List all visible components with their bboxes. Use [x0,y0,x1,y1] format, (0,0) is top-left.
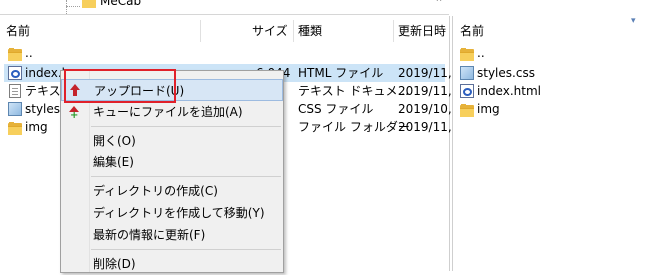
menu-item-label: 削除(D) [93,257,136,271]
column-header-name[interactable]: 名前 [460,20,484,42]
queue-plus-icon: + [70,110,79,121]
column-divider[interactable] [200,20,201,42]
menu-item-create-directory[interactable]: ディレクトリの作成(C) [61,180,283,202]
menu-item-label: ディレクトリを作成して移動(Y) [93,206,265,220]
css-file-icon [8,102,22,116]
html-file-icon [460,84,474,98]
file-type: CSS ファイル [298,102,374,116]
tree-item-label[interactable]: MeCab [100,0,141,8]
menu-separator [91,126,281,127]
column-header-size[interactable]: サイズ [252,20,288,42]
file-modified: 2019/10, [398,102,452,116]
list-item[interactable]: index.html [477,82,541,100]
html-file-icon [8,66,22,80]
file-type: ファイル フォルダー [298,120,410,134]
menu-item-refresh[interactable]: 最新の情報に更新(F) [61,224,283,246]
folder-icon [82,0,98,8]
folder-up-icon [8,48,22,61]
menu-item-open[interactable]: 開く(O) [61,130,283,152]
text-file-icon [9,84,21,98]
table-row[interactable]: img [25,118,48,136]
pane-resize-marker: ▾ [631,16,636,26]
file-modified: 2019/11, [398,66,452,80]
menu-item-label: ディレクトリの作成(C) [93,184,218,198]
folder-icon [8,122,22,135]
menu-separator [91,249,281,250]
file-modified: 2019/11, [398,84,452,98]
menu-item-edit[interactable]: 編集(E) [61,151,283,173]
list-item[interactable]: .. [477,44,485,62]
file-modified: 2019/11, [398,120,452,134]
list-item[interactable]: img [477,100,500,118]
column-divider[interactable] [293,20,294,42]
column-header-type[interactable]: 種類 [298,20,322,42]
tree-connector [66,6,80,8]
column-header-modified[interactable]: 更新日時 [398,20,446,42]
scroll-up-icon[interactable]: ⌃ [431,0,447,12]
file-type: HTML ファイル [298,66,384,80]
table-row[interactable]: styles [25,100,60,118]
column-divider[interactable] [393,20,394,42]
directory-tree-strip: MeCab ⌃ [0,0,449,15]
css-file-icon [460,66,474,80]
menu-item-label: キューにファイルを追加(A) [93,105,243,119]
folder-icon [460,104,474,117]
folder-up-icon [460,48,474,61]
annotation-highlight-box [64,69,176,103]
menu-item-label: 最新の情報に更新(F) [93,228,206,242]
column-header-name[interactable]: 名前 [6,20,30,42]
menu-separator [91,176,281,177]
menu-item-label: 編集(E) [93,155,134,169]
menu-item-delete[interactable]: 削除(D) [61,253,283,275]
file-type: テキスト ドキュメ... [298,84,409,98]
menu-item-label: 開く(O) [93,134,136,148]
menu-item-create-and-enter-directory[interactable]: ディレクトリを作成して移動(Y) [61,202,283,224]
list-item[interactable]: styles.css [477,64,535,82]
menu-item-add-to-queue[interactable]: + キューにファイルを追加(A) [61,101,283,123]
table-row[interactable]: .. [25,44,33,62]
